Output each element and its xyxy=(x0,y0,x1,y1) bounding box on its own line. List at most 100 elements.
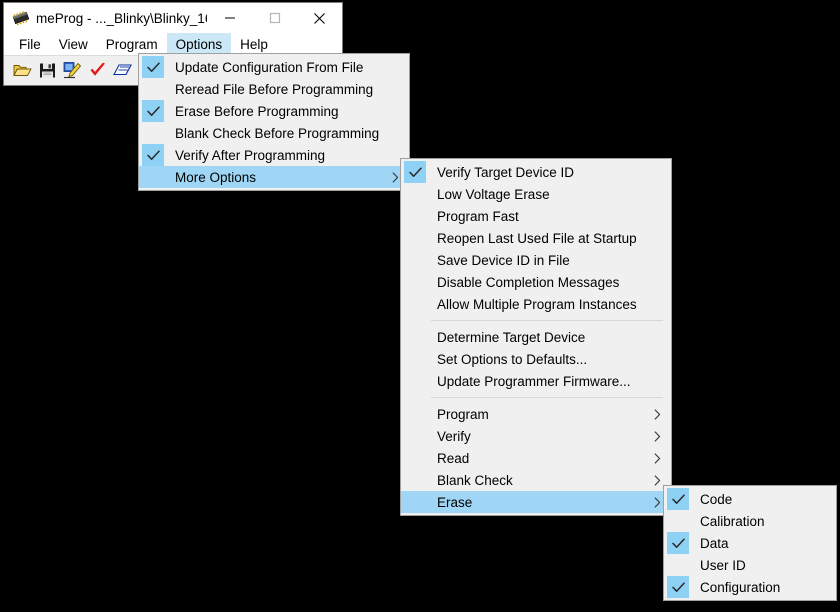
checkbox-empty xyxy=(404,205,426,227)
menu-item-allow-multiple-program-instances[interactable]: Allow Multiple Program Instances xyxy=(401,293,671,315)
maximize-icon[interactable] xyxy=(252,3,297,33)
menu-item-label: Update Programmer Firmware... xyxy=(437,373,631,389)
menu-item-label: Program Fast xyxy=(437,208,519,224)
menu-item-low-voltage-erase[interactable]: Low Voltage Erase xyxy=(401,183,671,205)
menu-item-reread-file-before-programming[interactable]: Reread File Before Programming xyxy=(139,78,409,100)
checkbox-empty xyxy=(404,370,426,392)
menu-item-label: Configuration xyxy=(700,579,781,595)
checkmark-icon xyxy=(667,488,689,510)
checkbox-empty xyxy=(404,403,426,425)
menu-item-label: Erase Before Programming xyxy=(175,103,339,119)
verify-check-icon[interactable] xyxy=(87,60,108,81)
chevron-right-icon xyxy=(654,403,661,425)
chip-icon xyxy=(10,7,32,29)
screen: meProg - ..._Blinky\Blinky_16F... File V… xyxy=(0,0,840,612)
checkbox-empty xyxy=(404,425,426,447)
title-bar: meProg - ..._Blinky\Blinky_16F... xyxy=(4,3,342,33)
chevron-right-icon xyxy=(654,469,661,491)
menu-item-label: Blank Check xyxy=(437,472,513,488)
menu-item-label: Program xyxy=(437,406,489,422)
window-title: meProg - ..._Blinky\Blinky_16F... xyxy=(36,10,231,26)
window-controls xyxy=(207,3,342,33)
menu-item-label: User ID xyxy=(700,557,746,573)
menu-item-label: Verify After Programming xyxy=(175,147,326,163)
menu-item-user-id[interactable]: User ID xyxy=(664,554,836,576)
checkbox-empty xyxy=(667,510,689,532)
checkbox-empty xyxy=(142,78,164,100)
menu-item-label: Calibration xyxy=(700,513,765,529)
menu-item-determine-target-device[interactable]: Determine Target Device xyxy=(401,326,671,348)
menubar-item-help[interactable]: Help xyxy=(231,33,277,55)
menu-item-erase[interactable]: Erase xyxy=(401,491,671,513)
erase-submenu: Code Calibration Data User ID Configuration xyxy=(663,485,837,601)
menubar-item-options[interactable]: Options xyxy=(166,33,232,55)
checkbox-empty xyxy=(404,348,426,370)
close-icon[interactable] xyxy=(297,3,342,33)
menu-item-label: More Options xyxy=(175,169,257,185)
chevron-right-icon xyxy=(392,166,399,188)
open-file-icon[interactable] xyxy=(12,60,33,81)
menu-item-disable-completion-messages[interactable]: Disable Completion Messages xyxy=(401,271,671,293)
read-device-icon[interactable] xyxy=(112,60,133,81)
menu-item-label: Allow Multiple Program Instances xyxy=(437,296,637,312)
minimize-icon[interactable] xyxy=(207,3,252,33)
menubar-item-file[interactable]: File xyxy=(10,33,50,55)
menu-item-label: Set Options to Defaults... xyxy=(437,351,588,367)
menu-item-label: Read xyxy=(437,450,470,466)
menu-item-data[interactable]: Data xyxy=(664,532,836,554)
checkmark-icon xyxy=(142,56,164,78)
checkbox-empty xyxy=(667,554,689,576)
menu-item-program-fast[interactable]: Program Fast xyxy=(401,205,671,227)
menu-item-verify[interactable]: Verify xyxy=(401,425,671,447)
checkbox-empty xyxy=(404,469,426,491)
checkmark-icon xyxy=(667,576,689,598)
checkbox-empty xyxy=(404,249,426,271)
menu-item-verify-after-programming[interactable]: Verify After Programming xyxy=(139,144,409,166)
save-file-icon[interactable] xyxy=(37,60,58,81)
checkbox-empty xyxy=(404,183,426,205)
menu-item-reopen-last-used-file-at-startup[interactable]: Reopen Last Used File at Startup xyxy=(401,227,671,249)
menu-item-label: Disable Completion Messages xyxy=(437,274,620,290)
menubar-item-view[interactable]: View xyxy=(50,33,97,55)
menu-item-label: Data xyxy=(700,535,729,551)
menu-item-label: Reopen Last Used File at Startup xyxy=(437,230,637,246)
menubar-item-program[interactable]: Program xyxy=(97,33,167,55)
chevron-right-icon xyxy=(654,447,661,469)
menu-item-label: Erase xyxy=(437,494,473,510)
checkbox-empty xyxy=(404,447,426,469)
menu-item-configuration[interactable]: Configuration xyxy=(664,576,836,598)
menu-item-update-configuration-from-file[interactable]: Update Configuration From File xyxy=(139,56,409,78)
options-menu: Update Configuration From File Reread Fil… xyxy=(138,53,410,191)
checkbox-empty xyxy=(404,227,426,249)
menu-item-code[interactable]: Code xyxy=(664,488,836,510)
menu-item-verify-target-device-id[interactable]: Verify Target Device ID xyxy=(401,161,671,183)
checkmark-icon xyxy=(404,161,426,183)
menu-item-calibration[interactable]: Calibration xyxy=(664,510,836,532)
menu-separator xyxy=(431,320,663,321)
menu-separator xyxy=(431,397,663,398)
menu-item-blank-check[interactable]: Blank Check xyxy=(401,469,671,491)
menu-item-update-programmer-firmware[interactable]: Update Programmer Firmware... xyxy=(401,370,671,392)
menu-item-erase-before-programming[interactable]: Erase Before Programming xyxy=(139,100,409,122)
checkbox-empty xyxy=(404,491,426,513)
more-options-submenu: Verify Target Device ID Low Voltage Erase… xyxy=(400,158,672,516)
menu-item-set-options-to-defaults[interactable]: Set Options to Defaults... xyxy=(401,348,671,370)
write-device-icon[interactable] xyxy=(62,60,83,81)
menu-item-more-options[interactable]: More Options xyxy=(139,166,409,188)
menu-item-program[interactable]: Program xyxy=(401,403,671,425)
checkbox-empty xyxy=(142,122,164,144)
menu-item-blank-check-before-programming[interactable]: Blank Check Before Programming xyxy=(139,122,409,144)
menu-item-label: Low Voltage Erase xyxy=(437,186,550,202)
checkmark-icon xyxy=(142,144,164,166)
menu-item-label: Verify Target Device ID xyxy=(437,164,575,180)
checkmark-icon xyxy=(667,532,689,554)
menu-item-label: Determine Target Device xyxy=(437,329,586,345)
checkbox-empty xyxy=(404,326,426,348)
chevron-right-icon xyxy=(654,491,661,513)
checkbox-empty xyxy=(404,271,426,293)
menu-bar: File View Program Options Help xyxy=(4,33,342,55)
chevron-right-icon xyxy=(654,425,661,447)
menu-item-save-device-id-in-file[interactable]: Save Device ID in File xyxy=(401,249,671,271)
menu-item-label: Update Configuration From File xyxy=(175,59,364,75)
menu-item-read[interactable]: Read xyxy=(401,447,671,469)
